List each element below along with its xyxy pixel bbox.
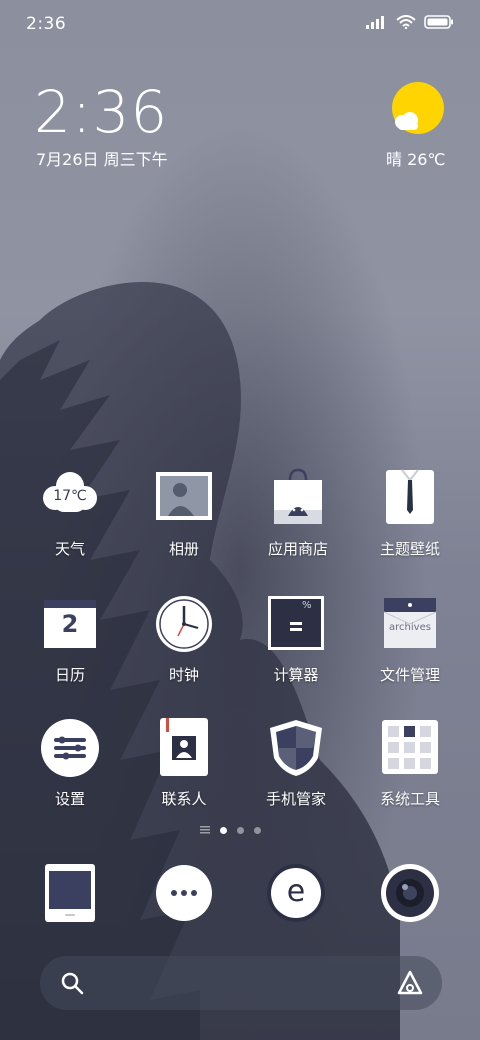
app-gallery[interactable]: 相册 [128,468,240,559]
app-camera[interactable] [354,862,466,924]
clock-widget-time[interactable]: 2:36 [34,78,168,146]
app-label: 设置 [54,790,85,808]
app-label: 联系人 [161,790,207,808]
app-label: 主题壁纸 [379,540,440,558]
app-label: 日历 [54,666,85,684]
app-label: 文件管理 [379,666,440,684]
app-label: 天气 [54,540,85,558]
browser-icon-letter: e [286,874,306,909]
app-clock[interactable]: 时钟 [128,594,240,685]
weather-icon-temp: 17℃ [53,488,87,504]
weather-icon: 17℃ [40,468,100,528]
app-messages[interactable] [128,862,240,924]
camera-icon [379,862,441,924]
security-icon [266,718,326,778]
clock-widget-date: 7月26日 周三下午 [36,150,168,169]
app-label: 系统工具 [379,790,440,808]
search-icon[interactable] [60,971,84,995]
app-settings[interactable]: 设置 [14,718,126,809]
search-bar[interactable] [40,956,442,1010]
app-security[interactable]: 手机管家 [240,718,352,809]
contacts-icon [154,718,214,778]
assistant-icon[interactable] [396,969,424,997]
sunny-icon[interactable] [390,82,446,138]
app-phone[interactable] [14,862,126,924]
file-manager-icon: archives [380,594,440,654]
calendar-icon: 2 [40,594,100,654]
app-contacts[interactable]: 联系人 [128,718,240,809]
app-themes[interactable]: 主题壁纸 [354,468,466,559]
app-store-icon [268,468,328,528]
weather-summary: 晴 26℃ [386,150,446,169]
app-weather[interactable]: 17℃ 天气 [14,468,126,559]
file-manager-icon-text: archives [389,622,431,633]
app-calculator[interactable]: % 计算器 [240,594,352,685]
calendar-icon-day: 2 [61,610,79,638]
gallery-icon [154,468,214,528]
wifi-icon [396,15,416,29]
status-time: 2:36 [26,14,67,34]
app-calendar[interactable]: 2 日历 [14,594,126,685]
messages-icon [153,862,215,924]
app-label: 计算器 [273,666,319,684]
page-dot[interactable] [237,826,244,834]
battery-icon [424,15,453,29]
app-file-manager[interactable]: archives 文件管理 [354,594,466,685]
settings-icon [40,718,100,778]
page-dot[interactable] [254,826,261,834]
browser-icon: e [265,862,327,924]
phone-icon [39,862,101,924]
page-dot-active[interactable] [220,826,227,834]
status-bar: 2:36 [0,0,480,48]
app-label: 应用商店 [267,540,328,558]
menu-lines-icon [200,826,210,834]
app-label: 手机管家 [265,790,326,808]
app-tools[interactable]: 系统工具 [354,718,466,809]
themes-icon [380,468,440,528]
app-browser[interactable]: e [240,862,352,924]
app-label: 相册 [168,540,199,558]
signal-icon [366,16,384,29]
app-label: 时钟 [168,666,199,684]
calculator-icon-percent: % [302,600,312,611]
clock-icon [154,594,214,654]
calculator-icon: % [266,594,326,654]
page-indicator[interactable] [200,826,261,834]
app-store[interactable]: 应用商店 [242,468,354,559]
tools-icon [380,718,440,778]
